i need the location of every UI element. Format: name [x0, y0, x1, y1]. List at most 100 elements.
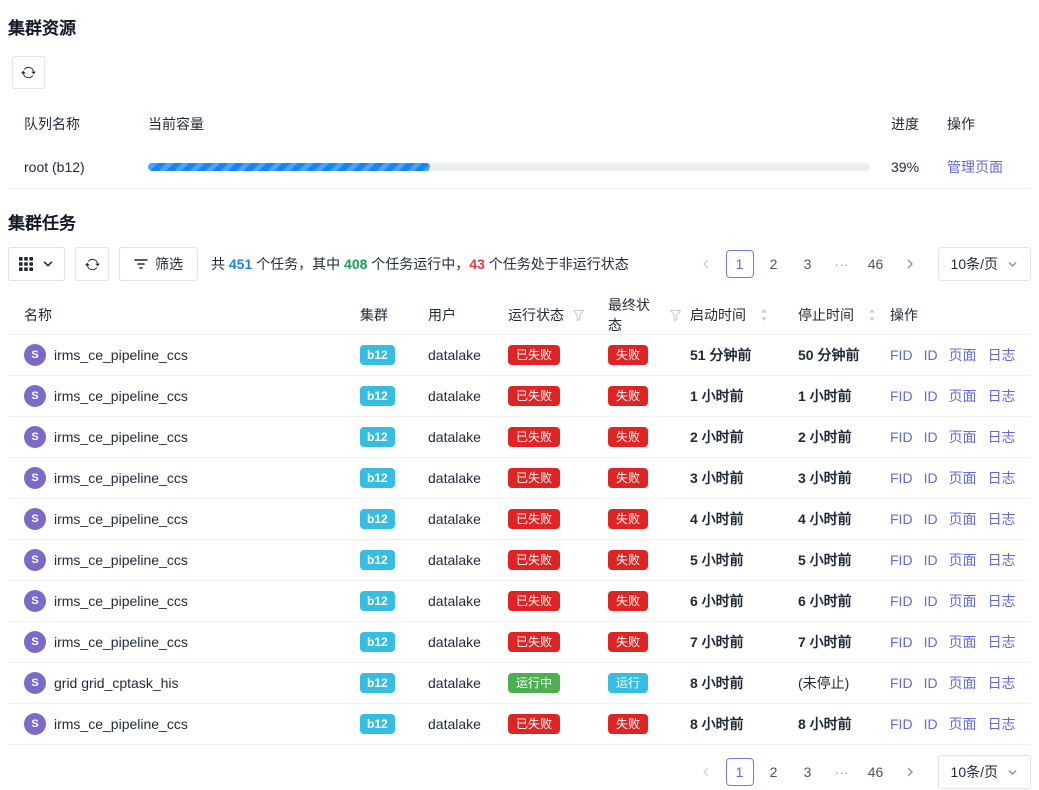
log-link[interactable]: 日志: [988, 550, 1016, 570]
id-link[interactable]: ID: [924, 470, 938, 486]
id-link[interactable]: ID: [924, 429, 938, 445]
columns-grid-dropdown-button[interactable]: [8, 247, 65, 281]
page-link[interactable]: 页面: [949, 345, 977, 365]
user-header: 用户: [420, 305, 500, 325]
table-row: Sgrid grid_cptask_his b12 datalake 运行中 运…: [8, 663, 1031, 704]
run-status-badge: 已失败: [508, 591, 560, 611]
user-name: datalake: [428, 593, 481, 609]
page-size-select[interactable]: 10条/页: [938, 755, 1031, 789]
filter-funnel-icon[interactable]: [572, 309, 585, 322]
log-link[interactable]: 日志: [988, 386, 1016, 406]
final-status-badge: 失败: [608, 386, 648, 406]
page-link[interactable]: 页面: [949, 632, 977, 652]
fid-link[interactable]: FID: [890, 470, 913, 486]
page-button-1[interactable]: 1: [726, 758, 754, 786]
chevron-left-icon: [700, 766, 712, 778]
fid-link[interactable]: FID: [890, 347, 913, 363]
log-link[interactable]: 日志: [988, 345, 1016, 365]
pagination-ellipsis: ···: [828, 758, 856, 786]
resources-table-header: 队列名称 当前容量 进度 操作: [8, 102, 1031, 146]
chevron-down-icon: [42, 258, 54, 270]
id-link[interactable]: ID: [924, 511, 938, 527]
chevron-down-icon: [1007, 259, 1018, 270]
user-name: datalake: [428, 634, 481, 650]
log-link[interactable]: 日志: [988, 427, 1016, 447]
start-time-header: 启动时间: [690, 305, 746, 325]
log-link[interactable]: 日志: [988, 591, 1016, 611]
fid-link[interactable]: FID: [890, 593, 913, 609]
log-link[interactable]: 日志: [988, 714, 1016, 734]
page-button-3[interactable]: 3: [794, 250, 822, 278]
filter-button[interactable]: 筛选: [119, 247, 198, 281]
table-row: Sirms_ce_pipeline_ccs b12 datalake 已失败 失…: [8, 376, 1031, 417]
page-button-3[interactable]: 3: [794, 758, 822, 786]
queue-name-header: 队列名称: [8, 114, 148, 134]
page-link[interactable]: 页面: [949, 509, 977, 529]
log-link[interactable]: 日志: [988, 509, 1016, 529]
page-link[interactable]: 页面: [949, 386, 977, 406]
page-button-2[interactable]: 2: [760, 250, 788, 278]
filter-funnel-icon[interactable]: [669, 309, 682, 322]
progress-value: 39%: [877, 159, 939, 175]
next-page-button[interactable]: [896, 250, 924, 278]
page-link[interactable]: 页面: [949, 550, 977, 570]
id-link[interactable]: ID: [924, 552, 938, 568]
fid-link[interactable]: FID: [890, 388, 913, 404]
log-link[interactable]: 日志: [988, 632, 1016, 652]
tasks-toolbar: 筛选 共 451 个任务，其中 408 个任务运行中，43 个任务处于非运行状态…: [8, 247, 1031, 281]
cluster-badge: b12: [360, 509, 395, 529]
tasks-section-title: 集群任务: [8, 209, 1031, 234]
page-link[interactable]: 页面: [949, 427, 977, 447]
pagination-ellipsis: ···: [828, 250, 856, 278]
refresh-icon: [21, 65, 36, 80]
sort-icon[interactable]: [868, 308, 876, 322]
manage-page-link[interactable]: 管理页面: [947, 159, 1003, 175]
page-button-46[interactable]: 46: [862, 250, 890, 278]
stop-time: 6 小时前: [798, 591, 852, 611]
fid-link[interactable]: FID: [890, 634, 913, 650]
page-size-select[interactable]: 10条/页: [938, 247, 1031, 281]
stop-time: 7 小时前: [798, 632, 852, 652]
log-link[interactable]: 日志: [988, 673, 1016, 693]
fid-link[interactable]: FID: [890, 552, 913, 568]
id-link[interactable]: ID: [924, 593, 938, 609]
fid-link[interactable]: FID: [890, 675, 913, 691]
refresh-button[interactable]: [12, 56, 45, 89]
prev-page-button[interactable]: [692, 758, 720, 786]
task-name: irms_ce_pipeline_ccs: [54, 634, 188, 650]
refresh-button[interactable]: [75, 247, 109, 281]
next-page-button[interactable]: [896, 758, 924, 786]
id-link[interactable]: ID: [924, 634, 938, 650]
cluster-badge: b12: [360, 714, 395, 734]
run-status-badge: 已失败: [508, 468, 560, 488]
fid-link[interactable]: FID: [890, 429, 913, 445]
final-status-badge: 失败: [608, 345, 648, 365]
page-link[interactable]: 页面: [949, 468, 977, 488]
page-button-2[interactable]: 2: [760, 758, 788, 786]
avatar: S: [24, 549, 46, 571]
run-status-badge: 运行中: [508, 673, 560, 693]
id-link[interactable]: ID: [924, 716, 938, 732]
task-name: irms_ce_pipeline_ccs: [54, 347, 188, 363]
id-link[interactable]: ID: [924, 347, 938, 363]
prev-page-button[interactable]: [692, 250, 720, 278]
page-button-46[interactable]: 46: [862, 758, 890, 786]
user-name: datalake: [428, 470, 481, 486]
stop-time: 5 小时前: [798, 550, 852, 570]
task-name: irms_ce_pipeline_ccs: [54, 511, 188, 527]
log-link[interactable]: 日志: [988, 468, 1016, 488]
cluster-badge: b12: [360, 673, 395, 693]
start-time: 8 小时前: [690, 673, 744, 693]
page-size-label: 10条/页: [951, 762, 998, 782]
fid-link[interactable]: FID: [890, 511, 913, 527]
page-link[interactable]: 页面: [949, 673, 977, 693]
avatar: S: [24, 467, 46, 489]
run-status-badge: 已失败: [508, 386, 560, 406]
id-link[interactable]: ID: [924, 388, 938, 404]
id-link[interactable]: ID: [924, 675, 938, 691]
sort-icon[interactable]: [760, 308, 768, 322]
fid-link[interactable]: FID: [890, 716, 913, 732]
page-link[interactable]: 页面: [949, 714, 977, 734]
page-link[interactable]: 页面: [949, 591, 977, 611]
page-button-1[interactable]: 1: [726, 250, 754, 278]
